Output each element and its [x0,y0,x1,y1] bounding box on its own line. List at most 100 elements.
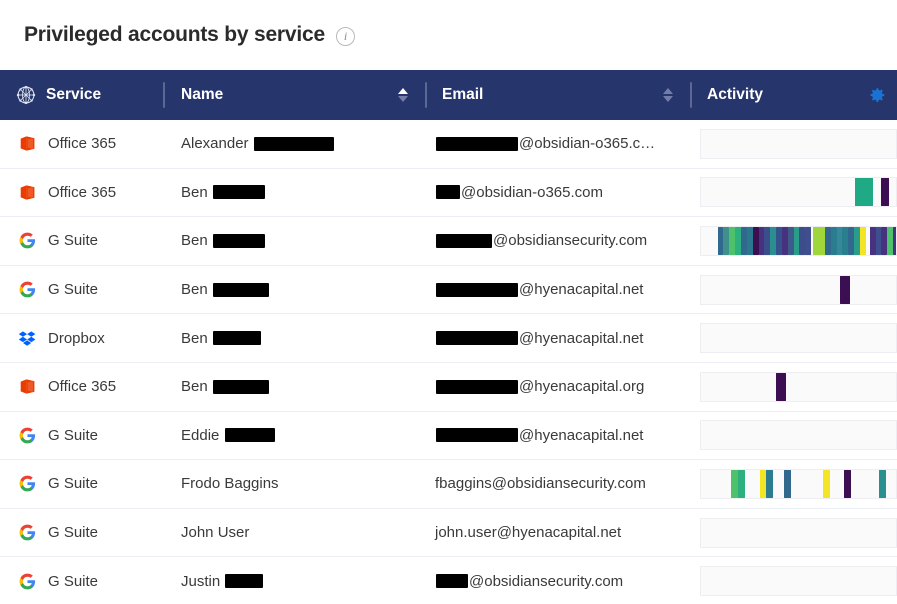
activity-bar [760,470,767,498]
column-header-activity-label: Activity [707,86,763,104]
cell-service: Office 365 [0,120,163,169]
activity-sparkline[interactable] [700,566,897,596]
table-row[interactable]: G SuiteEddie @hyenacapital.net [0,412,897,461]
cell-service: G Suite [0,460,163,509]
cell-email: @obsidian-o365.c… [425,120,690,169]
activity-sparkline[interactable] [700,177,897,207]
activity-sparkline[interactable] [700,226,897,256]
office365-icon [18,183,37,202]
activity-bar [844,470,851,498]
sort-toggle-email[interactable] [662,83,673,107]
activity-sparkline[interactable] [700,323,897,353]
activity-bar [855,178,873,206]
redaction-bar [225,574,263,588]
column-header-name[interactable]: Name [163,70,425,120]
cell-activity [690,557,897,604]
account-email: @obsidian-o365.com [435,184,603,201]
column-header-email[interactable]: Email [425,70,690,120]
office365-icon [18,134,37,153]
cell-service: Office 365 [0,362,163,411]
column-divider [163,82,165,108]
account-email: @hyenacapital.org [435,378,644,395]
activity-bar [823,470,830,498]
info-icon[interactable]: i [336,27,355,46]
cell-activity [690,411,897,460]
service-name: G Suite [48,573,98,590]
account-name: Ben [181,232,266,249]
table-row[interactable]: Office 365Ben @hyenacapital.org [0,363,897,412]
sort-toggle-name[interactable] [397,83,408,107]
account-name: Ben [181,184,266,201]
cell-name: Justin [163,557,425,604]
account-name: John User [181,524,249,541]
page-title: Privileged accounts by service [24,23,325,47]
activity-bar [788,227,794,255]
table-header-row: Service Name Email Activity [0,70,897,120]
cell-activity [690,314,897,363]
account-name: Ben [181,281,270,298]
activity-sparkline[interactable] [700,372,897,402]
cell-name: Eddie [163,411,425,460]
table-row[interactable]: G SuiteBen @obsidiansecurity.com [0,217,897,266]
activity-sparkline[interactable] [700,420,897,450]
sort-ascending-icon [663,88,673,94]
redaction-bar [436,234,492,248]
activity-sparkline[interactable] [700,518,897,548]
column-header-name-label: Name [181,86,223,104]
cell-email: @hyenacapital.org [425,362,690,411]
column-header-activity: Activity [690,70,897,120]
sort-ascending-icon [398,88,408,94]
cell-name: Ben [163,362,425,411]
redaction-bar [436,283,518,297]
cell-service: G Suite [0,508,163,557]
cell-service: G Suite [0,411,163,460]
cell-email: @obsidian-o365.com [425,168,690,217]
activity-bar [879,470,886,498]
cell-email: @hyenacapital.net [425,265,690,314]
redaction-bar [225,428,275,442]
office365-icon [18,377,37,396]
activity-bar [840,276,850,304]
cell-name: John User [163,508,425,557]
activity-bar [870,227,876,255]
cell-activity [690,120,897,169]
table-row[interactable]: Office 365 Alexander @obsidian-o365.c… [0,120,897,169]
activity-bar [738,470,745,498]
redaction-bar [254,137,334,151]
redaction-bar [213,185,265,199]
table-row[interactable]: DropboxBen @hyenacapital.net [0,314,897,363]
cell-activity [690,460,897,509]
table-row[interactable]: G SuiteJohn Userjohn.user@hyenacapital.n… [0,509,897,558]
redaction-bar [213,380,269,394]
cell-name: Alexander [163,120,425,169]
cell-name: Frodo Baggins [163,460,425,509]
cell-name: Ben [163,314,425,363]
table-row[interactable]: Office 365 Ben @obsidian-o365.com [0,169,897,218]
gear-icon[interactable] [863,82,889,108]
table-body: Office 365Alexander @obsidian-o365.c…Off… [0,120,897,604]
account-email: @obsidiansecurity.com [435,232,647,249]
table-row[interactable]: G SuiteJustin @obsidiansecurity.com [0,557,897,604]
service-name: Office 365 [48,184,116,201]
redaction-bar [213,234,265,248]
cell-name: Ben [163,265,425,314]
column-header-service[interactable]: Service [0,70,163,120]
obsidian-globe-icon [16,85,36,105]
gsuite-icon [18,231,37,250]
table-row[interactable]: G SuiteBen @hyenacapital.net [0,266,897,315]
activity-bar [893,227,897,255]
service-name: Dropbox [48,330,105,347]
activity-bar [805,227,811,255]
account-email: @obsidian-o365.c… [435,135,655,152]
activity-sparkline[interactable] [700,275,897,305]
activity-sparkline[interactable] [700,469,897,499]
redaction-bar [436,137,518,151]
cell-service: G Suite [0,557,163,604]
redaction-bar [436,380,518,394]
service-name: Office 365 [48,135,116,152]
cell-email: fbaggins@obsidiansecurity.com [425,460,690,509]
table-row[interactable]: G SuiteFrodo Bagginsfbaggins@obsidiansec… [0,460,897,509]
activity-bar [860,227,866,255]
account-email: @hyenacapital.net [435,427,643,444]
activity-sparkline[interactable] [700,129,897,159]
